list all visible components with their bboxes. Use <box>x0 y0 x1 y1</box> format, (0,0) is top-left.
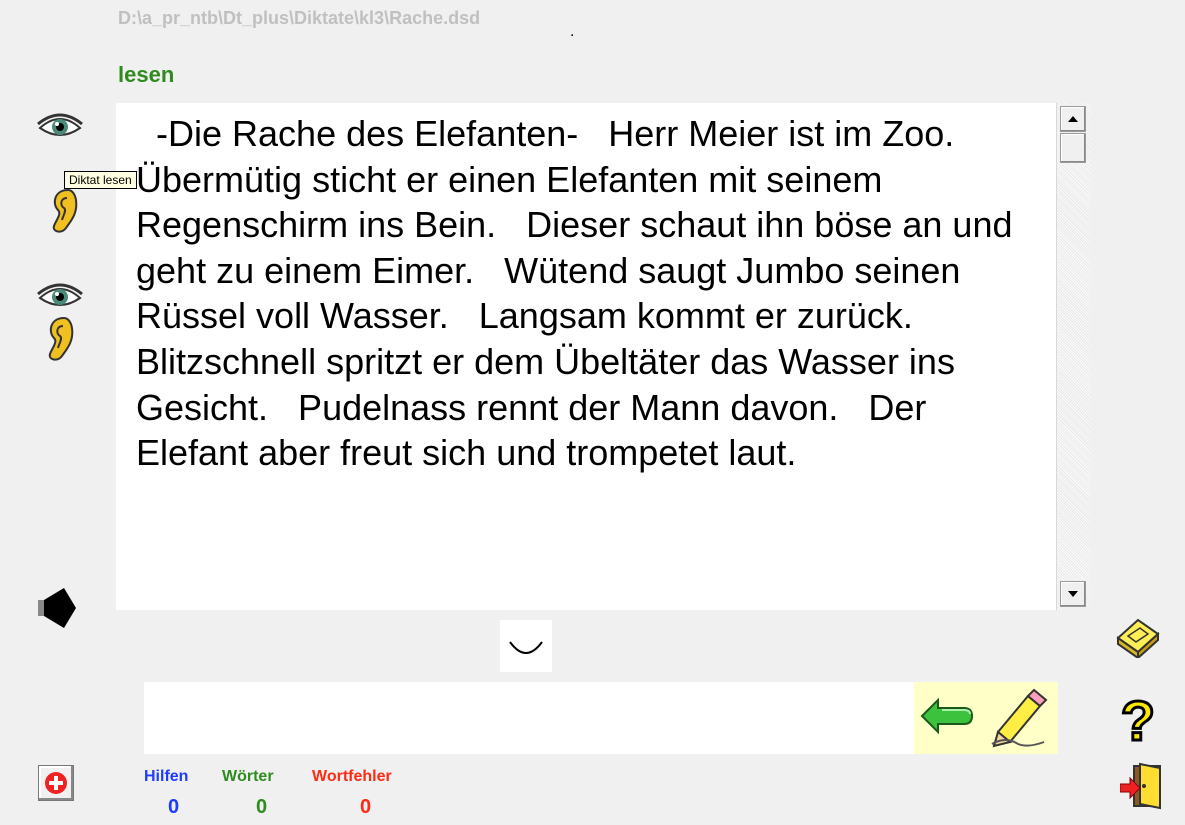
scroll-down-arrow-icon <box>1068 591 1078 597</box>
eye-icon <box>37 113 83 136</box>
hints-label: Hilfen <box>144 768 189 785</box>
words-label: Wörter <box>222 768 274 785</box>
eye-button[interactable] <box>34 108 86 148</box>
scroll-down-button[interactable] <box>1060 581 1086 607</box>
eraser-button[interactable] <box>1114 612 1162 661</box>
ear-icon <box>52 188 78 233</box>
vertical-scrollbar[interactable] <box>1056 103 1091 610</box>
help-button[interactable]: ? <box>1118 688 1158 754</box>
file-path: D:\a_pr_ntb\Dt_plus\Diktate\kl3\Rache.ds… <box>118 8 481 28</box>
answer-input-area[interactable] <box>144 682 914 754</box>
scroll-up-arrow-icon <box>1068 116 1078 122</box>
feedback-face <box>500 620 552 672</box>
eye-ear-button[interactable] <box>34 280 86 362</box>
action-panel <box>914 682 1058 754</box>
dictation-text: -Die Rache des Elefanten- Herr Meier ist… <box>136 113 1023 474</box>
help-icon: ? <box>1119 688 1156 754</box>
tooltip: Diktat lesen <box>64 171 137 189</box>
errors-label: Wortfehler <box>312 768 392 785</box>
hints-value: 0 <box>168 796 180 818</box>
enter-button[interactable] <box>920 696 976 736</box>
smile-icon <box>509 641 543 654</box>
scroll-up-button[interactable] <box>1060 106 1086 132</box>
dictation-text-panel: -Die Rache des Elefanten- Herr Meier ist… <box>116 103 1056 610</box>
words-value: 0 <box>256 796 268 818</box>
speaker-icon <box>38 588 76 628</box>
first-aid-button[interactable] <box>38 765 74 801</box>
exit-door-icon <box>1119 762 1161 810</box>
answer-input[interactable] <box>144 682 914 754</box>
eye-ear-icon <box>37 283 83 361</box>
pencil-button[interactable] <box>988 686 1050 748</box>
errors-value: 0 <box>360 796 372 818</box>
svg-text:?: ? <box>1121 690 1155 750</box>
pencil-icon <box>991 688 1048 748</box>
speaker-button[interactable] <box>36 588 80 628</box>
ear-button[interactable] <box>48 186 82 236</box>
status-dot: . <box>570 23 575 40</box>
first-aid-icon <box>45 772 67 794</box>
eraser-icon <box>1116 618 1160 661</box>
scroll-thumb[interactable] <box>1060 133 1086 163</box>
enter-arrow-icon <box>920 697 974 735</box>
exit-button[interactable] <box>1119 762 1168 810</box>
mode-label: lesen <box>118 62 175 87</box>
